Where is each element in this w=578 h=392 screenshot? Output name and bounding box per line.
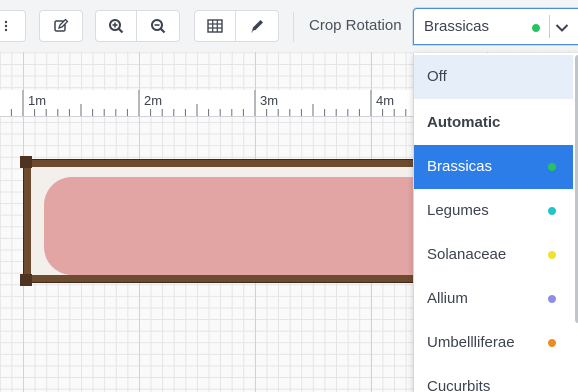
menu-item-brassicas[interactable]: Brassicas [414, 145, 573, 189]
crop-rotation-label: Crop Rotation [309, 17, 402, 34]
menu-item-label: Umbellliferae [427, 334, 515, 351]
ruler-label-4m: 4m [376, 93, 395, 108]
ruler-label-1m: 1m [28, 93, 47, 108]
crop-rotation-value: Brassicas [424, 18, 490, 35]
menu-item-label: Automatic [427, 114, 501, 131]
first-tool-icon [3, 20, 9, 32]
menu-item-label: Legumes [427, 202, 489, 219]
ruler-label-2m: 2m [144, 93, 163, 108]
menu-item-label: Solanaceae [427, 246, 507, 263]
ruler-label-3m: 3m [260, 93, 279, 108]
edit-icon [53, 18, 69, 34]
menu-item-solanaceae[interactable]: Solanaceae [414, 233, 573, 277]
menu-item-label: Off [427, 68, 447, 85]
umbelliferae-color-dot [548, 339, 556, 347]
zoom-out-icon [150, 18, 166, 34]
allium-color-dot [548, 295, 556, 303]
brassicas-color-dot [548, 163, 556, 171]
crop-rotation-menu: Off Automatic Brassicas Legumes Solanace… [413, 53, 578, 392]
planting-area[interactable] [44, 177, 434, 275]
menu-item-off[interactable]: Off [414, 55, 573, 99]
edit-button[interactable] [39, 10, 83, 42]
toolbar: Crop Rotation Brassicas [0, 0, 578, 53]
brassicas-color-dot [532, 24, 540, 32]
chevron-down-icon[interactable] [555, 20, 569, 38]
menu-item-legumes[interactable]: Legumes [414, 189, 573, 233]
pencil-button[interactable] [235, 10, 279, 42]
crop-rotation-select[interactable]: Brassicas [413, 8, 578, 45]
bed-corner-bottom-left[interactable] [20, 274, 32, 286]
menu-item-label: Cucurbits [427, 378, 491, 392]
pencil-icon [249, 18, 265, 34]
grid-button[interactable] [194, 10, 236, 42]
solanaceae-color-dot [548, 251, 556, 259]
menu-item-label: Brassicas [427, 158, 493, 175]
zoom-out-button[interactable] [136, 10, 180, 42]
zoom-in-button[interactable] [95, 10, 137, 42]
menu-item-automatic[interactable]: Automatic [414, 101, 573, 145]
zoom-in-icon [108, 18, 124, 34]
menu-item-allium[interactable]: Allium [414, 277, 573, 321]
grid-icon [207, 19, 223, 33]
menu-item-label: Allium [427, 290, 468, 307]
bed-corner-top-left[interactable] [20, 156, 32, 168]
legumes-color-dot [548, 207, 556, 215]
menu-item-umbelliferae[interactable]: Umbellliferae [414, 321, 573, 365]
menu-item-cucurbits[interactable]: Cucurbits [414, 365, 573, 392]
tool-button-first[interactable] [0, 10, 26, 42]
toolbar-separator [293, 12, 294, 42]
select-divider [549, 15, 550, 38]
